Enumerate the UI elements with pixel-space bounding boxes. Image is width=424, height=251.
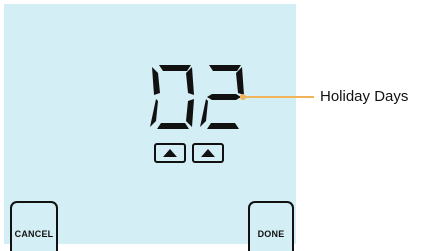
segment-e (150, 99, 158, 127)
segment-c (186, 99, 194, 127)
done-label: DONE (257, 229, 285, 239)
cancel-label: CANCEL (14, 229, 54, 239)
segment-a (209, 65, 241, 71)
up-arrow-icon (201, 149, 215, 157)
segment-a (159, 65, 191, 71)
segment-b (186, 67, 194, 95)
tens-up-button[interactable] (154, 143, 186, 163)
holiday-days-value (150, 61, 246, 133)
done-button[interactable]: DONE (248, 201, 294, 251)
thermostat-screen: CANCEL DONE (4, 4, 296, 251)
callout-line (244, 96, 314, 98)
segment-d (207, 123, 239, 129)
digit-tens-segments (150, 65, 194, 129)
digit-tens (150, 61, 198, 133)
cancel-button[interactable]: CANCEL (10, 201, 58, 251)
segment-e (200, 99, 208, 127)
segment-d (157, 123, 189, 129)
segment-f (152, 67, 160, 95)
callout-label: Holiday Days (320, 88, 409, 105)
segment-b (236, 67, 244, 95)
ones-up-button[interactable] (192, 143, 224, 163)
up-arrow-icon (163, 149, 177, 157)
segment-g (207, 94, 241, 100)
